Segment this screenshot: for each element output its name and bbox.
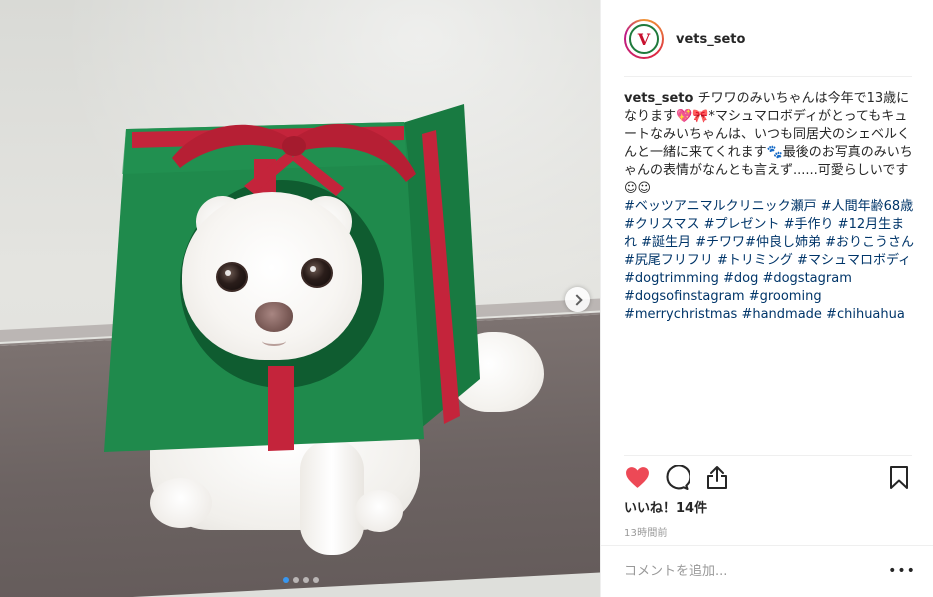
clinic-logo-icon: V: [629, 24, 659, 54]
hashtag-line[interactable]: #dogtrimming #dog #dogstagram: [624, 270, 914, 288]
carousel-dot: [283, 577, 289, 583]
like-count[interactable]: いいね！14件: [624, 497, 707, 516]
dog-mouth: [262, 336, 286, 346]
post-photo[interactable]: [0, 0, 600, 597]
dog-head: [182, 192, 362, 360]
carousel-indicator: [283, 577, 319, 583]
post-caption: vets_seto チワワのみいちゃんは今年で13歳になります💖🎀*マシュマロボ…: [624, 90, 914, 324]
divider: [601, 545, 933, 546]
dog-leg: [300, 440, 364, 555]
comment-input[interactable]: [624, 563, 892, 579]
logo-letter: V: [637, 29, 651, 49]
caption-text: チワワのみいちゃんは今年で13歳になります💖🎀*マシュマロボディがとってもキュー…: [624, 91, 913, 196]
dog-nose: [255, 302, 293, 332]
more-options-icon[interactable]: •••: [888, 561, 915, 581]
comment-form: •••: [624, 556, 915, 586]
post-actions: [624, 462, 912, 492]
dog-paw-left: [150, 478, 212, 528]
header-username[interactable]: vets_seto: [676, 32, 745, 47]
hashtag-line[interactable]: #dogsofinstagram #grooming: [624, 288, 914, 306]
carousel-dot: [303, 577, 309, 583]
dog-eye-right: [301, 258, 333, 288]
chevron-right-icon[interactable]: [565, 287, 590, 312]
post-timestamp[interactable]: 13時間前: [624, 524, 668, 539]
post-side-panel: V vets_seto vets_seto チワワのみいちゃんは今年で13歳にな…: [600, 0, 933, 597]
comment-icon[interactable]: [664, 464, 690, 490]
divider: [624, 76, 912, 77]
dog-paw-right: [355, 490, 403, 532]
divider: [624, 455, 912, 456]
caption-username[interactable]: vets_seto: [624, 91, 693, 106]
post-header: V vets_seto: [624, 16, 912, 62]
avatar[interactable]: V: [624, 19, 664, 59]
dog-eye-left: [216, 262, 248, 292]
carousel-dot: [293, 577, 299, 583]
heart-icon[interactable]: [624, 464, 650, 490]
carousel-dot: [313, 577, 319, 583]
hashtag-line[interactable]: #merrychristmas #handmade #chihuahua: [624, 306, 914, 324]
avatar-frame: V: [626, 21, 662, 57]
bookmark-icon[interactable]: [886, 464, 912, 490]
share-icon[interactable]: [704, 464, 730, 490]
hashtags-japanese[interactable]: #ベッツアニマルクリニック瀬戸 #人間年齢68歳 #クリスマス #プレゼント #…: [624, 198, 914, 270]
